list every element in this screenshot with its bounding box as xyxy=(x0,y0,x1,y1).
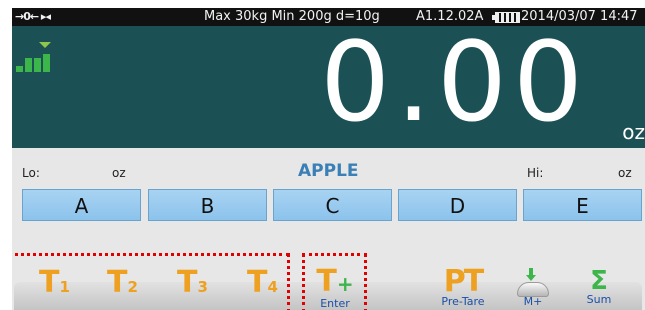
plu-key-b[interactable]: B xyxy=(148,189,267,221)
product-name: APPLE xyxy=(298,161,359,181)
weight-unit: oz xyxy=(622,120,645,144)
plu-key-d[interactable]: D xyxy=(398,189,517,221)
plu-key-a[interactable]: A xyxy=(22,189,141,221)
sum-button[interactable]: Σ Sum xyxy=(582,268,616,306)
signal-strength-icon xyxy=(16,42,51,72)
tare-keys-highlight xyxy=(12,253,290,310)
memory-plus-label: M+ xyxy=(523,295,543,308)
scale-screen: →0← ▸◂ Max 30kg Min 200g d=10g A1.12.02A… xyxy=(12,8,645,310)
weight-value: 0.00 xyxy=(320,18,589,146)
zero-indicator: →0← ▸◂ xyxy=(15,10,51,23)
download-arrow-icon xyxy=(526,268,536,281)
sigma-icon: Σ xyxy=(590,266,608,296)
enter-key-highlight xyxy=(302,253,367,310)
pre-tare-button[interactable]: PT Pre-Tare xyxy=(436,267,490,308)
key-panel: Lo: oz APPLE Hi: oz A B C D E T1 T2 T3 T… xyxy=(12,148,645,310)
plu-key-e[interactable]: E xyxy=(523,189,642,221)
weight-display: 0.00 oz xyxy=(12,18,645,148)
hi-unit: oz xyxy=(618,166,632,180)
memory-plus-button[interactable]: M+ xyxy=(515,268,551,310)
pre-tare-label: Pre-Tare xyxy=(441,295,485,308)
sum-label: Sum xyxy=(586,293,612,306)
plu-key-row: A B C D E xyxy=(22,189,642,221)
lo-unit: oz xyxy=(112,166,126,180)
hi-label: Hi: xyxy=(527,166,544,180)
lo-label: Lo: xyxy=(22,166,40,180)
plu-key-c[interactable]: C xyxy=(273,189,392,221)
